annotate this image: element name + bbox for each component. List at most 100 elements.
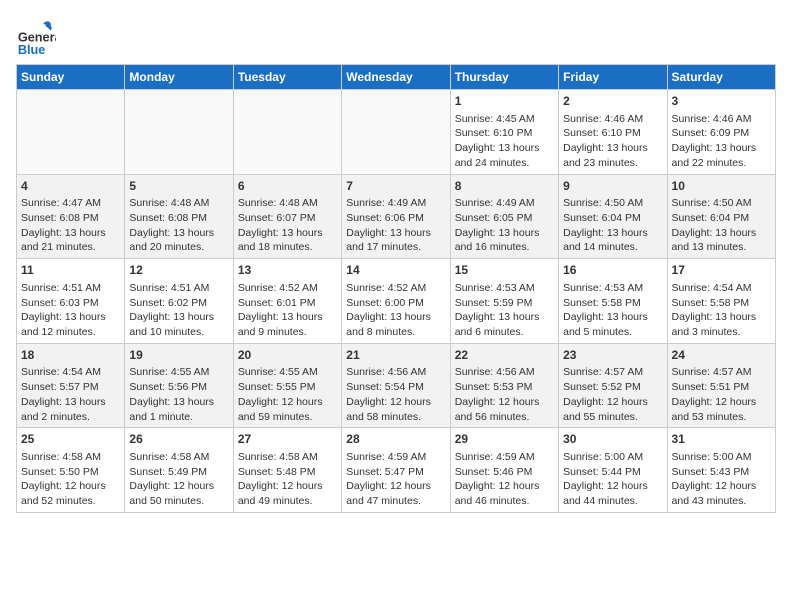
calendar-cell: 25 Sunrise: 4:58 AM Sunset: 5:50 PM Dayli… — [17, 428, 125, 513]
weekday-header: Saturday — [667, 65, 775, 90]
calendar-week-row: 4Sunrise: 4:47 AM Sunset: 6:08 PM Daylig… — [17, 174, 776, 259]
calendar-cell: 20Sunrise: 4:55 AM Sunset: 5:55 PM Dayli… — [233, 343, 341, 428]
day-number: 16 — [563, 262, 662, 279]
day-info: Sunrise: 4:48 AM Sunset: 6:08 PM Dayligh… — [129, 196, 228, 255]
day-info: Sunrise: 4:54 AM Sunset: 5:57 PM Dayligh… — [21, 365, 120, 424]
calendar-cell: 9Sunrise: 4:50 AM Sunset: 6:04 PM Daylig… — [559, 174, 667, 259]
calendar-cell: 24Sunrise: 4:57 AM Sunset: 5:51 PM Dayli… — [667, 343, 775, 428]
logo: General Blue — [16, 16, 60, 56]
calendar-cell: 3Sunrise: 4:46 AM Sunset: 6:09 PM Daylig… — [667, 90, 775, 175]
day-info: Sunrise: 4:52 AM Sunset: 6:00 PM Dayligh… — [346, 281, 445, 340]
svg-text:Blue: Blue — [18, 42, 46, 56]
calendar-cell: 5Sunrise: 4:48 AM Sunset: 6:08 PM Daylig… — [125, 174, 233, 259]
calendar-table: SundayMondayTuesdayWednesdayThursdayFrid… — [16, 64, 776, 513]
day-info: Sunrise: 4:58 AM Sunset: 5:50 PM Dayligh… — [21, 450, 120, 509]
day-number: 23 — [563, 347, 662, 364]
day-info: Sunrise: 4:53 AM Sunset: 5:58 PM Dayligh… — [563, 281, 662, 340]
calendar-cell: 17Sunrise: 4:54 AM Sunset: 5:58 PM Dayli… — [667, 259, 775, 344]
day-number: 11 — [21, 262, 120, 279]
day-number: 31 — [672, 431, 771, 448]
calendar-cell: 11 Sunrise: 4:51 AM Sunset: 6:03 PM Dayli… — [17, 259, 125, 344]
calendar-cell: 23Sunrise: 4:57 AM Sunset: 5:52 PM Dayli… — [559, 343, 667, 428]
calendar-cell — [125, 90, 233, 175]
calendar-cell: 31 Sunrise: 5:00 AM Sunset: 5:43 PM Dayli… — [667, 428, 775, 513]
calendar-cell: 13 Sunrise: 4:52 AM Sunset: 6:01 PM Dayli… — [233, 259, 341, 344]
calendar-cell: 26 Sunrise: 4:58 AM Sunset: 5:49 PM Dayli… — [125, 428, 233, 513]
day-number: 1 — [455, 93, 554, 110]
day-number: 14 — [346, 262, 445, 279]
day-number: 4 — [21, 178, 120, 195]
calendar-cell: 21Sunrise: 4:56 AM Sunset: 5:54 PM Dayli… — [342, 343, 450, 428]
calendar-cell: 14 Sunrise: 4:52 AM Sunset: 6:00 PM Dayli… — [342, 259, 450, 344]
day-number: 24 — [672, 347, 771, 364]
day-info: Sunrise: 4:57 AM Sunset: 5:52 PM Dayligh… — [563, 365, 662, 424]
day-info: Sunrise: 4:58 AM Sunset: 5:48 PM Dayligh… — [238, 450, 337, 509]
calendar-cell — [342, 90, 450, 175]
calendar-cell: 15 Sunrise: 4:53 AM Sunset: 5:59 PM Dayli… — [450, 259, 558, 344]
day-number: 21 — [346, 347, 445, 364]
calendar-cell: 4Sunrise: 4:47 AM Sunset: 6:08 PM Daylig… — [17, 174, 125, 259]
day-number: 6 — [238, 178, 337, 195]
day-info: Sunrise: 4:46 AM Sunset: 6:09 PM Dayligh… — [672, 112, 771, 171]
day-number: 20 — [238, 347, 337, 364]
day-info: Sunrise: 4:59 AM Sunset: 5:46 PM Dayligh… — [455, 450, 554, 509]
calendar-cell: 30 Sunrise: 5:00 AM Sunset: 5:44 PM Dayli… — [559, 428, 667, 513]
day-number: 8 — [455, 178, 554, 195]
day-info: Sunrise: 4:59 AM Sunset: 5:47 PM Dayligh… — [346, 450, 445, 509]
calendar-cell: 16 Sunrise: 4:53 AM Sunset: 5:58 PM Dayli… — [559, 259, 667, 344]
day-info: Sunrise: 4:51 AM Sunset: 6:02 PM Dayligh… — [129, 281, 228, 340]
calendar-cell: 28Sunrise: 4:59 AM Sunset: 5:47 PM Dayli… — [342, 428, 450, 513]
calendar-week-row: 25 Sunrise: 4:58 AM Sunset: 5:50 PM Dayli… — [17, 428, 776, 513]
day-number: 26 — [129, 431, 228, 448]
day-info: Sunrise: 4:57 AM Sunset: 5:51 PM Dayligh… — [672, 365, 771, 424]
day-number: 22 — [455, 347, 554, 364]
logo-icon: General Blue — [16, 16, 56, 56]
day-info: Sunrise: 4:55 AM Sunset: 5:56 PM Dayligh… — [129, 365, 228, 424]
calendar-cell: 1 Sunrise: 4:45 AM Sunset: 6:10 PM Daylig… — [450, 90, 558, 175]
day-info: Sunrise: 4:45 AM Sunset: 6:10 PM Dayligh… — [455, 112, 554, 171]
weekday-header: Tuesday — [233, 65, 341, 90]
calendar-cell — [233, 90, 341, 175]
calendar-week-row: 1 Sunrise: 4:45 AM Sunset: 6:10 PM Daylig… — [17, 90, 776, 175]
day-number: 27 — [238, 431, 337, 448]
calendar-cell: 10Sunrise: 4:50 AM Sunset: 6:04 PM Dayli… — [667, 174, 775, 259]
day-number: 25 — [21, 431, 120, 448]
calendar-cell: 2 Sunrise: 4:46 AM Sunset: 6:10 PM Daylig… — [559, 90, 667, 175]
page-header: General Blue — [16, 16, 776, 56]
day-number: 7 — [346, 178, 445, 195]
day-number: 9 — [563, 178, 662, 195]
day-number: 2 — [563, 93, 662, 110]
weekday-header: Thursday — [450, 65, 558, 90]
weekday-header: Monday — [125, 65, 233, 90]
day-info: Sunrise: 5:00 AM Sunset: 5:44 PM Dayligh… — [563, 450, 662, 509]
weekday-header-row: SundayMondayTuesdayWednesdayThursdayFrid… — [17, 65, 776, 90]
day-info: Sunrise: 4:53 AM Sunset: 5:59 PM Dayligh… — [455, 281, 554, 340]
day-info: Sunrise: 4:51 AM Sunset: 6:03 PM Dayligh… — [21, 281, 120, 340]
day-info: Sunrise: 4:49 AM Sunset: 6:06 PM Dayligh… — [346, 196, 445, 255]
calendar-cell: 27 Sunrise: 4:58 AM Sunset: 5:48 PM Dayli… — [233, 428, 341, 513]
day-info: Sunrise: 5:00 AM Sunset: 5:43 PM Dayligh… — [672, 450, 771, 509]
weekday-header: Wednesday — [342, 65, 450, 90]
calendar-cell: 29 Sunrise: 4:59 AM Sunset: 5:46 PM Dayli… — [450, 428, 558, 513]
day-info: Sunrise: 4:50 AM Sunset: 6:04 PM Dayligh… — [672, 196, 771, 255]
calendar-cell: 19Sunrise: 4:55 AM Sunset: 5:56 PM Dayli… — [125, 343, 233, 428]
day-info: Sunrise: 4:55 AM Sunset: 5:55 PM Dayligh… — [238, 365, 337, 424]
day-number: 15 — [455, 262, 554, 279]
day-number: 13 — [238, 262, 337, 279]
day-info: Sunrise: 4:52 AM Sunset: 6:01 PM Dayligh… — [238, 281, 337, 340]
calendar-cell: 18Sunrise: 4:54 AM Sunset: 5:57 PM Dayli… — [17, 343, 125, 428]
day-number: 12 — [129, 262, 228, 279]
calendar-cell: 8Sunrise: 4:49 AM Sunset: 6:05 PM Daylig… — [450, 174, 558, 259]
day-info: Sunrise: 4:58 AM Sunset: 5:49 PM Dayligh… — [129, 450, 228, 509]
day-info: Sunrise: 4:50 AM Sunset: 6:04 PM Dayligh… — [563, 196, 662, 255]
day-number: 5 — [129, 178, 228, 195]
day-info: Sunrise: 4:48 AM Sunset: 6:07 PM Dayligh… — [238, 196, 337, 255]
day-info: Sunrise: 4:56 AM Sunset: 5:54 PM Dayligh… — [346, 365, 445, 424]
day-info: Sunrise: 4:54 AM Sunset: 5:58 PM Dayligh… — [672, 281, 771, 340]
day-number: 29 — [455, 431, 554, 448]
calendar-cell: 6Sunrise: 4:48 AM Sunset: 6:07 PM Daylig… — [233, 174, 341, 259]
calendar-week-row: 11 Sunrise: 4:51 AM Sunset: 6:03 PM Dayli… — [17, 259, 776, 344]
day-info: Sunrise: 4:46 AM Sunset: 6:10 PM Dayligh… — [563, 112, 662, 171]
weekday-header: Sunday — [17, 65, 125, 90]
day-number: 30 — [563, 431, 662, 448]
